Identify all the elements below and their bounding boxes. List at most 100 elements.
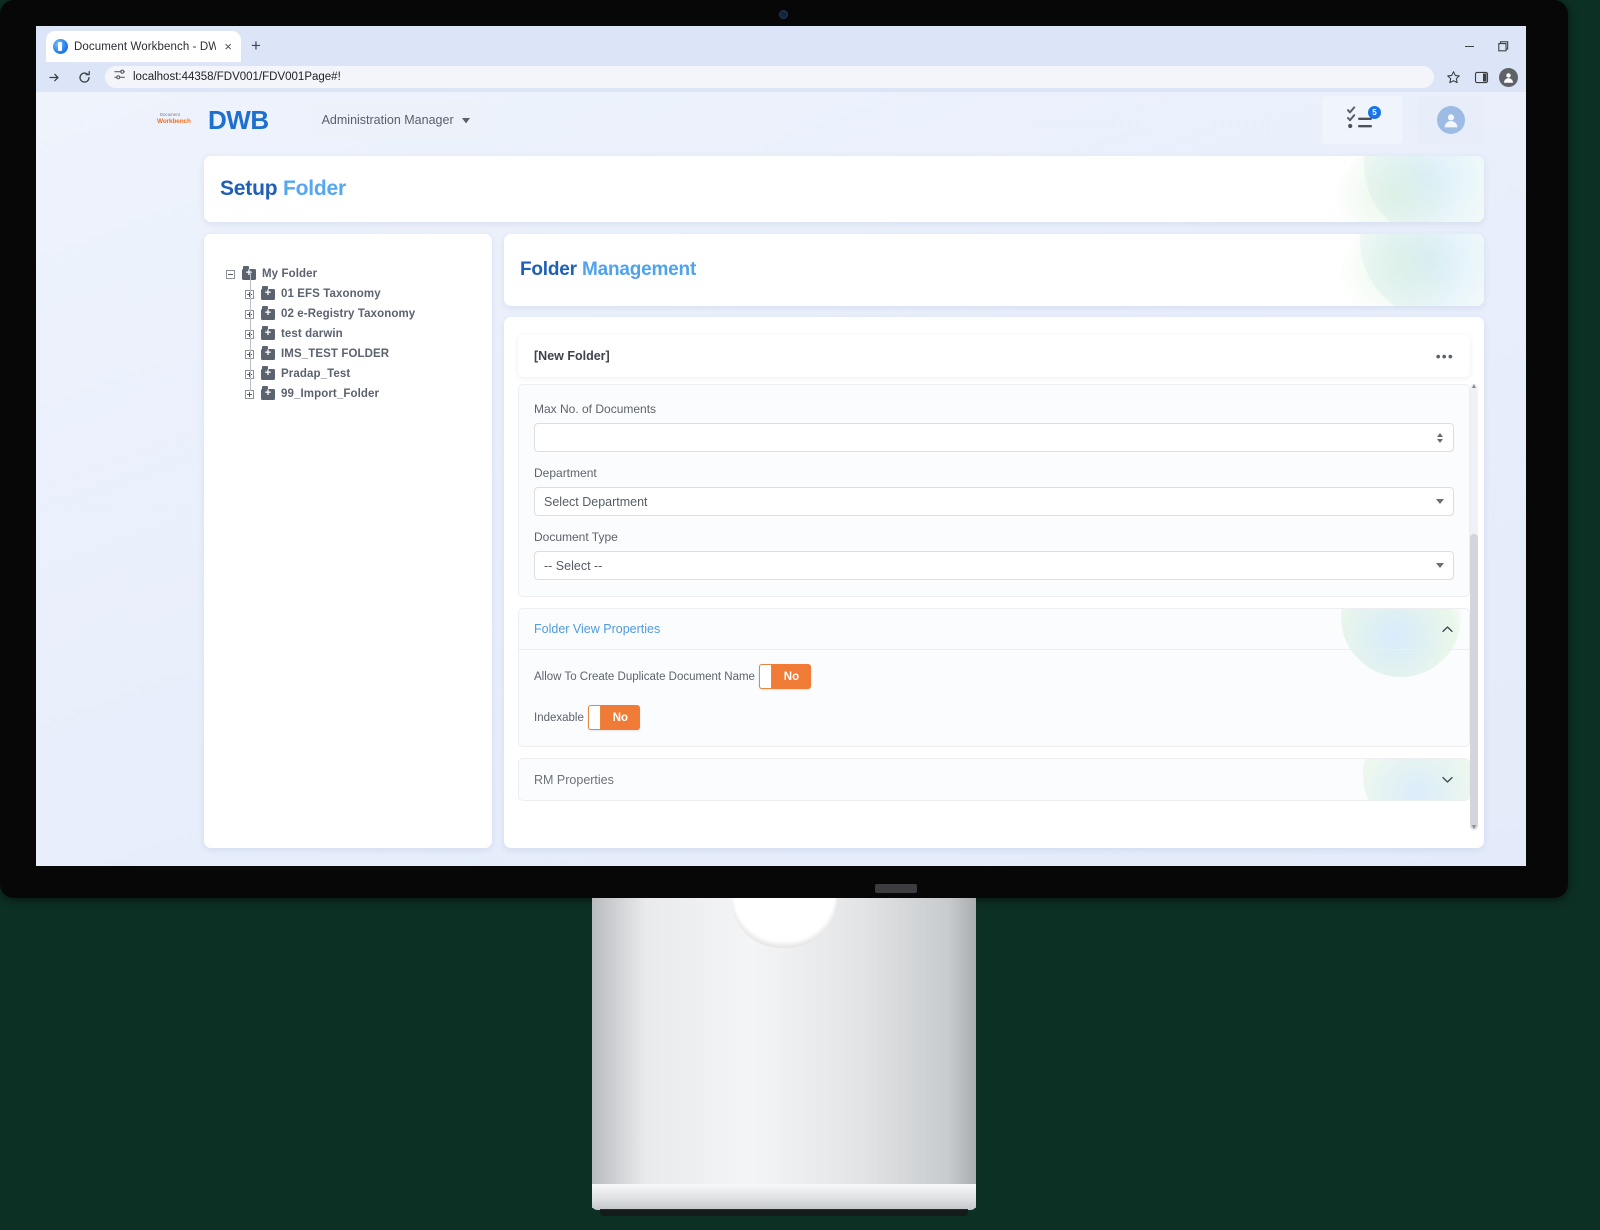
folder-add-icon [261, 366, 275, 380]
tree-connector-line [250, 370, 251, 391]
decorative-blob [1364, 156, 1484, 222]
tree-item-label: Pradap_Test [281, 368, 351, 380]
monitor-bezel: Document Workbench - DWB. × + localhost:… [0, 0, 1568, 898]
field-value: -- Select -- [544, 558, 603, 573]
side-panel-icon[interactable] [1471, 67, 1492, 88]
app-header: Document Workbench DWB Administration Ma… [36, 92, 1526, 148]
webcam-icon [779, 10, 788, 19]
more-options-icon[interactable]: ••• [1436, 349, 1454, 363]
tree-item-ims-test-folder[interactable]: IMS_TEST FOLDER [226, 330, 492, 364]
accordion-header[interactable]: Folder View Properties [519, 609, 1469, 650]
tree-item-label: My Folder [262, 268, 318, 280]
logo-tagline-line1: Document [160, 112, 180, 117]
reload-icon[interactable] [74, 67, 95, 88]
scrollbar-thumb[interactable] [1470, 534, 1478, 829]
accordion-body: Allow To Create Duplicate Document Name … [519, 650, 1469, 746]
chevron-up-icon[interactable] [1441, 623, 1454, 636]
monitor-screen: Document Workbench - DWB. × + localhost:… [36, 26, 1526, 866]
folder-tree-panel: My Folder 01 EFS Taxonomy 02 e-Registry Ta… [204, 234, 492, 848]
form-heading-light: Management [581, 259, 697, 280]
field-value: Select Department [544, 494, 648, 509]
new-tab-button[interactable]: + [251, 37, 261, 54]
tree-item-label: 01 EFS Taxonomy [281, 288, 381, 300]
user-avatar-icon [1437, 106, 1465, 134]
globe-icon [53, 39, 68, 54]
module-switcher[interactable]: Administration Manager [305, 102, 486, 138]
account-icon[interactable] [1499, 67, 1518, 87]
address-bar-url: localhost:44358/FDV001/FDV001Page#! [133, 71, 341, 83]
close-icon[interactable]: × [222, 38, 234, 55]
tree-item-pradap-test[interactable]: Pradap_Test [226, 350, 492, 384]
star-icon[interactable] [1443, 67, 1464, 88]
tree-toggle-minus-icon[interactable] [226, 269, 235, 279]
window-controls [1452, 34, 1520, 58]
tree-item-label: 02 e-Registry Taxonomy [281, 308, 416, 320]
tree-item-my-folder[interactable]: My Folder [226, 264, 492, 284]
monitor-stand-base [592, 1184, 976, 1210]
tree-item-label: 99_Import_Folder [281, 388, 380, 400]
chevron-down-icon[interactable] [1436, 499, 1444, 504]
maximize-icon[interactable] [1486, 34, 1520, 58]
chevron-down-icon[interactable] [1436, 563, 1444, 568]
field-department: Department Select Department [534, 466, 1454, 516]
content-row: My Folder 01 EFS Taxonomy 02 e-Registry Ta… [204, 234, 1484, 848]
tree-connector-line [250, 270, 251, 291]
page-title: Setup Folder [220, 177, 346, 201]
department-select[interactable]: Select Department [534, 487, 1454, 516]
decorative-blob [1334, 156, 1454, 222]
tasks-button[interactable]: 5 [1322, 96, 1402, 144]
form-heading-strong: Folder [520, 259, 577, 280]
application-viewport: Document Workbench DWB Administration Ma… [36, 92, 1526, 866]
scrollbar-up-arrow[interactable]: ▲ [1470, 383, 1478, 391]
logo-tagline-line2: Workbench [157, 118, 191, 125]
monitor-stand-foot [600, 1209, 968, 1216]
browser-toolbar: localhost:44358/FDV001/FDV001Page#! [36, 62, 1526, 92]
tune-icon[interactable] [113, 68, 126, 86]
max-documents-input[interactable] [534, 423, 1454, 452]
accordion-header[interactable]: RM Properties [519, 759, 1469, 800]
toggle-label: Allow To Create Duplicate Document Name [534, 670, 755, 683]
document-type-select[interactable]: -- Select -- [534, 551, 1454, 580]
folder-add-icon [242, 266, 256, 280]
account-button[interactable] [1418, 96, 1484, 144]
address-bar[interactable]: localhost:44358/FDV001/FDV001Page#! [105, 66, 1434, 88]
toggle-label: Indexable [534, 711, 584, 724]
folder-tree: My Folder 01 EFS Taxonomy 02 e-Registry Ta… [226, 264, 492, 404]
tree-item-test-darwin[interactable]: test darwin [226, 310, 492, 344]
folder-name-value: [New Folder] [534, 349, 610, 363]
toggle-switch[interactable]: No [758, 664, 811, 689]
browser-chrome: Document Workbench - DWB. × + localhost:… [36, 26, 1526, 92]
folder-add-icon [261, 306, 275, 320]
tree-connector-line [250, 290, 251, 311]
module-switcher-label: Administration Manager [321, 113, 454, 127]
chevron-down-icon[interactable] [1441, 773, 1454, 786]
toggle-knob [587, 705, 601, 730]
app-logo[interactable]: Document Workbench DWB [156, 105, 269, 136]
toggle-switch[interactable]: No [587, 705, 640, 730]
toggle-value: No [612, 711, 629, 724]
form-scroll-area: ▲ ▼ Max No. of Documents Department Sele… [518, 383, 1478, 831]
folder-name-row[interactable]: [New Folder] ••• [518, 335, 1470, 377]
tree-item-01-efs-taxonomy[interactable]: 01 EFS Taxonomy [226, 270, 492, 304]
minimize-icon[interactable] [1452, 34, 1486, 58]
toggle-knob [758, 664, 772, 689]
accordion-rm-properties: RM Properties [518, 758, 1470, 801]
forward-arrow-icon[interactable] [44, 67, 65, 88]
toggle-allow-duplicate-document-name: Allow To Create Duplicate Document Name … [534, 664, 1454, 689]
scrollbar-down-arrow[interactable]: ▼ [1470, 824, 1478, 832]
tree-toggle-plus-icon[interactable] [245, 370, 254, 399]
folder-management-panel: Folder Management [New Folder] ••• ▲ ▼ M… [504, 234, 1484, 848]
document-workbench-logo-icon: Document Workbench [156, 112, 199, 128]
decorative-blob [1340, 234, 1460, 306]
browser-tab[interactable]: Document Workbench - DWB. × [46, 31, 241, 62]
monitor-brand-notch [875, 884, 917, 893]
form-body-card: [New Folder] ••• ▲ ▼ Max No. of Document… [504, 317, 1484, 848]
number-stepper-icon[interactable] [1435, 432, 1444, 443]
toggle-indexable: Indexable No [534, 705, 1454, 730]
accordion-folder-view-properties: Folder View Properties Allow To Create D… [518, 608, 1470, 747]
tree-item-02-e-registry-taxonomy[interactable]: 02 e-Registry Taxonomy [226, 290, 492, 324]
status-badge: 5 [1368, 106, 1381, 119]
accordion-title: Folder View Properties [534, 622, 661, 636]
tree-item-99-import-folder[interactable]: 99_Import_Folder [226, 370, 492, 404]
folder-add-icon [261, 386, 275, 400]
